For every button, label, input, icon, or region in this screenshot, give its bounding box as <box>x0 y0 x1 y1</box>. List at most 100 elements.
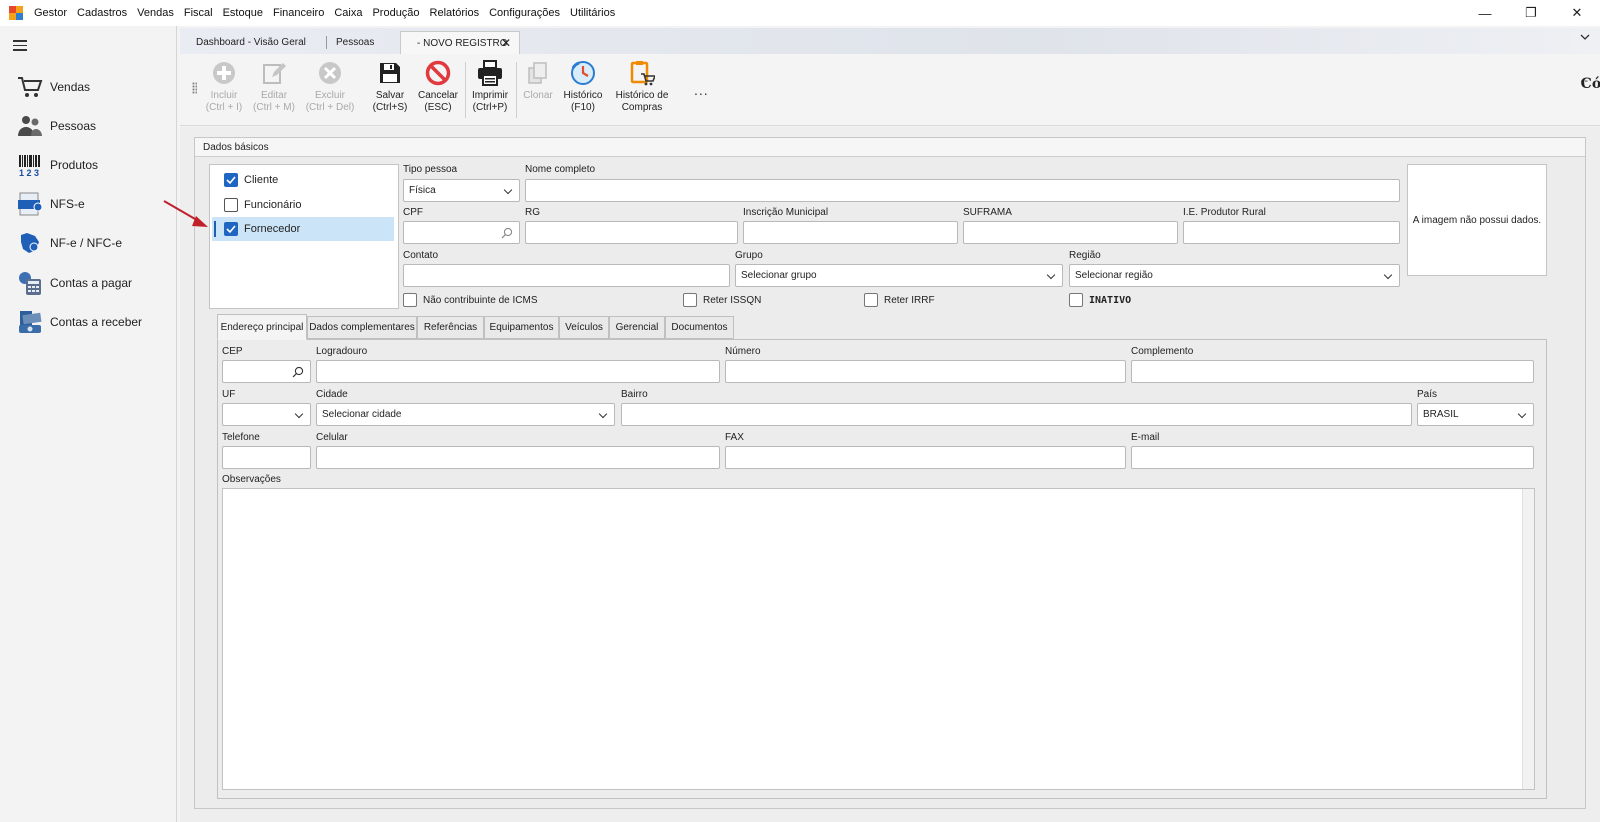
menu-relatorios[interactable]: Relatórios <box>425 7 485 19</box>
menu-estoque[interactable]: Estoque <box>218 7 268 19</box>
printer-icon <box>477 60 503 86</box>
telefone-input[interactable] <box>222 446 311 469</box>
sidebar-item-contas-receber[interactable]: Contas a receber <box>16 305 171 339</box>
inscricao-municipal-input[interactable] <box>743 221 958 244</box>
sidebar-item-contas-pagar[interactable]: Contas a pagar <box>16 266 171 300</box>
logradouro-input[interactable] <box>316 360 720 383</box>
cep-input[interactable] <box>222 360 311 383</box>
historico-button[interactable]: Histórico (F10) <box>560 60 606 114</box>
tab-novo-registro[interactable]: - NOVO REGISTRO ✕ <box>400 31 520 54</box>
hamburger-menu-icon[interactable] <box>13 40 27 51</box>
bairro-label: Bairro <box>621 389 648 400</box>
cep-label: CEP <box>222 346 243 357</box>
menu-producao[interactable]: Produção <box>367 7 424 19</box>
tab-label: - NOVO REGISTRO <box>417 37 508 49</box>
tab-documentos[interactable]: Documentos <box>665 316 734 339</box>
fax-input[interactable] <box>725 446 1126 469</box>
tipo-pessoa-label: Tipo pessoa <box>403 164 458 175</box>
sidebar-item-nfe[interactable]: NF-e / NFC-e <box>16 226 171 260</box>
tab-endereco-principal[interactable]: Endereço principal <box>217 314 307 340</box>
sidebar-item-nfse[interactable]: NFS-e <box>16 187 171 221</box>
delete-circle-icon <box>317 60 343 86</box>
image-placeholder[interactable]: A imagem não possui dados. <box>1407 164 1547 276</box>
tab-dashboard[interactable]: Dashboard - Visão Geral <box>180 31 320 54</box>
tab-veiculos[interactable]: Veículos <box>559 316 609 339</box>
uf-select[interactable] <box>222 403 311 426</box>
tab-dados-complementares[interactable]: Dados complementares <box>307 316 417 339</box>
reter-issqn-checkbox[interactable]: Reter ISSQN <box>683 293 761 307</box>
bairro-input[interactable] <box>621 403 1412 426</box>
editar-button[interactable]: Editar (Ctrl + M) <box>250 60 298 114</box>
observacoes-label: Observações <box>222 474 281 485</box>
checkbox-unchecked[interactable] <box>1069 293 1083 307</box>
tab-equipamentos[interactable]: Equipamentos <box>484 316 559 339</box>
close-window-button[interactable]: ✕ <box>1554 0 1600 26</box>
contato-input[interactable] <box>403 264 730 287</box>
nome-completo-label: Nome completo <box>525 164 596 175</box>
minimize-button[interactable]: — <box>1462 0 1508 26</box>
tipo-pessoa-select[interactable]: Física <box>403 179 520 202</box>
role-funcionario[interactable]: Funcionário <box>212 193 394 217</box>
restore-button[interactable]: ❐ <box>1508 0 1554 26</box>
celular-input[interactable] <box>316 446 720 469</box>
checkbox-unchecked[interactable] <box>224 198 238 212</box>
rg-input[interactable] <box>525 221 738 244</box>
nome-completo-input[interactable] <box>525 179 1400 202</box>
observacoes-textarea[interactable] <box>222 488 1535 790</box>
toolbar-grip-icon[interactable] <box>192 82 197 94</box>
menu-caixa[interactable]: Caixa <box>329 7 367 19</box>
pais-select[interactable]: BRASIL <box>1417 403 1534 426</box>
close-tab-icon[interactable]: ✕ <box>501 36 511 50</box>
search-icon[interactable] <box>501 227 513 239</box>
role-cliente[interactable]: Cliente <box>212 168 394 192</box>
sidebar-item-pessoas[interactable]: Pessoas <box>16 109 171 143</box>
menu-financeiro[interactable]: Financeiro <box>268 7 329 19</box>
menu-utilitarios[interactable]: Utilitários <box>565 7 620 19</box>
salvar-button[interactable]: Salvar (Ctrl+S) <box>368 60 412 114</box>
imprimir-button[interactable]: Imprimir (Ctrl+P) <box>468 60 512 114</box>
menu-gestor[interactable]: Gestor <box>29 7 72 19</box>
complemento-input[interactable] <box>1131 360 1534 383</box>
clonar-button[interactable]: Clonar <box>520 60 556 102</box>
cancelar-button[interactable]: Cancelar (ESC) <box>416 60 460 114</box>
checkbox-checked[interactable] <box>224 173 238 187</box>
inativo-checkbox[interactable]: INATIVO <box>1069 293 1131 307</box>
sidebar-item-vendas[interactable]: Vendas <box>16 70 171 104</box>
menu-configuracoes[interactable]: Configurações <box>484 7 565 19</box>
sidebar-item-produtos[interactable]: 1 2 3 Produtos <box>16 148 171 182</box>
cpf-input[interactable] <box>403 221 520 244</box>
tabs-overflow-chevron-icon[interactable] <box>1580 32 1590 44</box>
grupo-select[interactable]: Selecionar grupo <box>735 264 1063 287</box>
document-tabstrip: Dashboard - Visão Geral Pessoas - NOVO R… <box>180 28 1600 54</box>
tab-pessoas[interactable]: Pessoas <box>320 31 400 54</box>
tab-gerencial[interactable]: Gerencial <box>609 316 665 339</box>
reter-irrf-checkbox[interactable]: Reter IRRF <box>864 293 935 307</box>
role-fornecedor[interactable]: Fornecedor <box>212 217 394 241</box>
menu-bar: Gestor Cadastros Vendas Fiscal Estoque F… <box>0 0 1600 26</box>
historico-compras-button[interactable]: Histórico de Compras <box>612 60 672 114</box>
numero-input[interactable] <box>725 360 1126 383</box>
regiao-select[interactable]: Selecionar região <box>1069 264 1400 287</box>
ie-produtor-input[interactable] <box>1183 221 1400 244</box>
vertical-scrollbar[interactable] <box>1522 489 1534 789</box>
menu-fiscal[interactable]: Fiscal <box>179 7 218 19</box>
ie-produtor-label: I.E. Produtor Rural <box>1183 207 1266 218</box>
checkbox-unchecked[interactable] <box>403 293 417 307</box>
checkbox-checked[interactable] <box>224 222 238 236</box>
more-actions-button[interactable]: ... <box>694 82 709 98</box>
email-input[interactable] <box>1131 446 1534 469</box>
nao-contribuinte-checkbox[interactable]: Não contribuinte de ICMS <box>403 293 538 307</box>
menu-cadastros[interactable]: Cadastros <box>72 7 132 19</box>
tab-referencias[interactable]: Referências <box>417 316 484 339</box>
edit-icon <box>261 60 287 86</box>
excluir-button[interactable]: Excluir (Ctrl + Del) <box>304 60 356 114</box>
checkbox-unchecked[interactable] <box>683 293 697 307</box>
search-icon[interactable] <box>292 366 304 378</box>
cidade-select[interactable]: Selecionar cidade <box>316 403 615 426</box>
menu-vendas[interactable]: Vendas <box>132 7 179 19</box>
suframa-input[interactable] <box>963 221 1178 244</box>
incluir-button[interactable]: Incluir (Ctrl + I) <box>202 60 246 114</box>
codigo-display: Código -- <box>1581 75 1600 92</box>
numero-label: Número <box>725 346 761 357</box>
checkbox-unchecked[interactable] <box>864 293 878 307</box>
